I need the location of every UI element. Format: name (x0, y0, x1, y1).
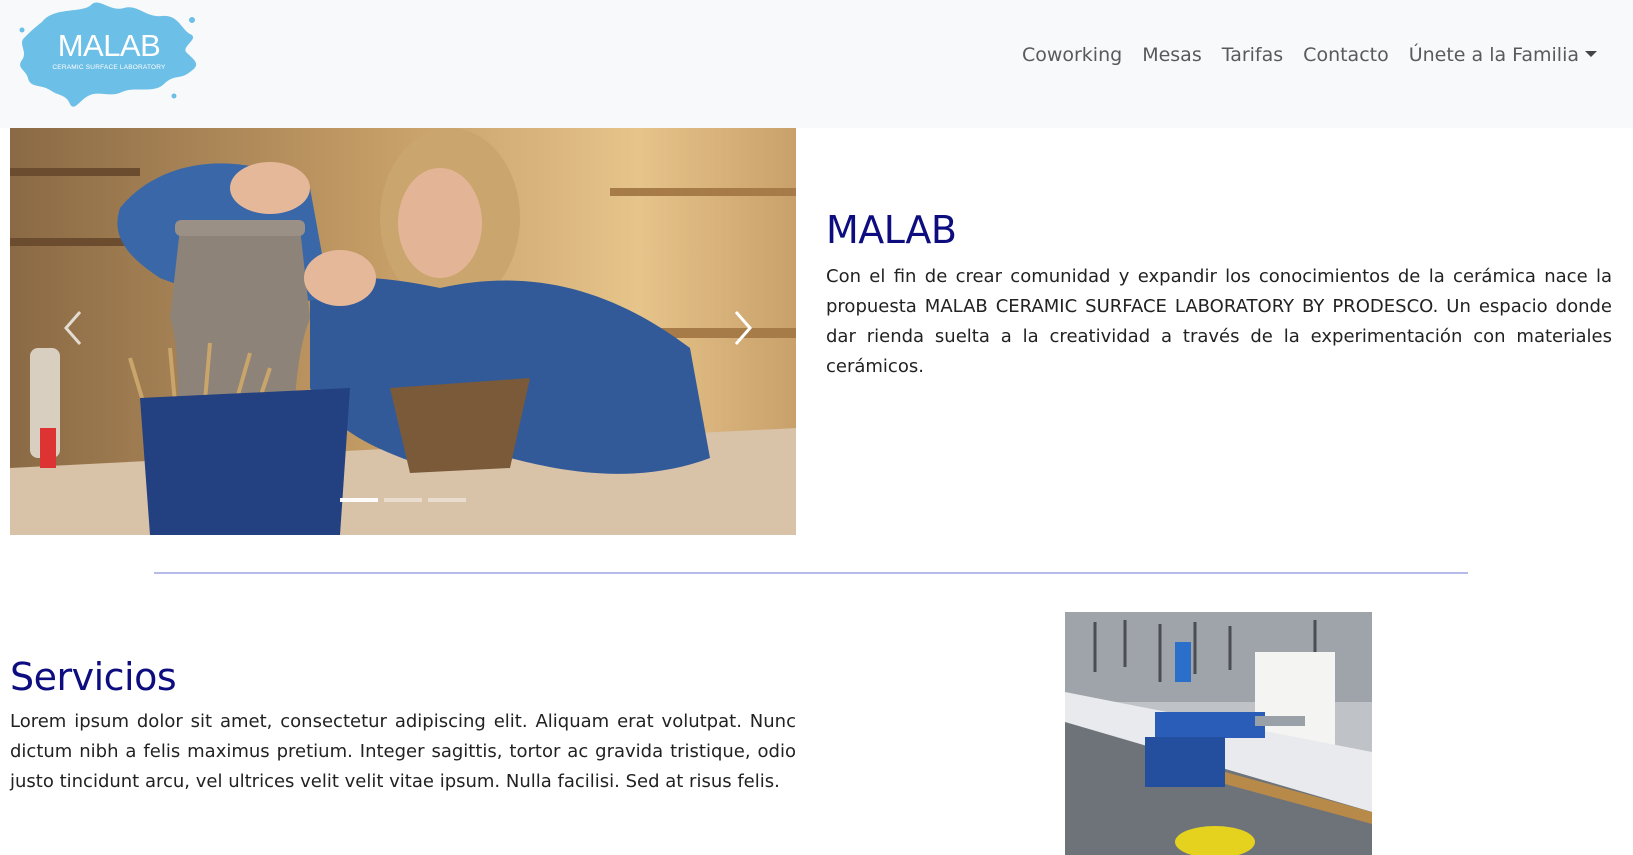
servicios-section: Servicios Lorem ipsum dolor sit amet, co… (10, 655, 796, 797)
carousel-indicator-3[interactable] (428, 498, 466, 502)
ceramic-artist-photo (10, 128, 796, 535)
nav-item-coworking[interactable]: Coworking (1022, 44, 1122, 66)
carousel-prev-button[interactable] (54, 298, 94, 358)
nav-dropdown-unete[interactable]: Únete a la Familia (1409, 44, 1597, 66)
carousel-next-button[interactable] (722, 298, 762, 358)
brand-logo[interactable]: MALAB CERAMIC SURFACE LABORATORY (14, 0, 200, 112)
carousel-indicator-1[interactable] (340, 498, 378, 502)
servicios-title: Servicios (10, 655, 177, 699)
chevron-left-icon (64, 311, 82, 345)
nav-item-contacto[interactable]: Contacto (1303, 44, 1389, 66)
workshop-photo (1065, 612, 1372, 855)
navbar: MALAB CERAMIC SURFACE LABORATORY Coworki… (0, 0, 1633, 128)
carousel-indicator-2[interactable] (384, 498, 422, 502)
intro-section: MALAB Con el fin de crear comunidad y ex… (826, 208, 1612, 382)
brand-tagline: CERAMIC SURFACE LABORATORY (52, 64, 166, 71)
intro-title: MALAB (826, 208, 957, 252)
hero-carousel (10, 128, 796, 535)
workbench-vise-photo (1065, 612, 1372, 855)
chevron-right-icon (734, 311, 752, 345)
intro-text: Con el fin de crear comunidad y expandir… (826, 266, 1612, 377)
section-divider (154, 572, 1468, 574)
nav-item-mesas[interactable]: Mesas (1142, 44, 1202, 66)
servicios-text: Lorem ipsum dolor sit amet, consectetur … (10, 711, 796, 792)
brand-name: MALAB (57, 28, 161, 63)
carousel-indicators (340, 498, 466, 502)
nav-item-tarifas[interactable]: Tarifas (1222, 44, 1283, 66)
main-nav: Coworking Mesas Tarifas Contacto Únete a… (1022, 44, 1597, 66)
